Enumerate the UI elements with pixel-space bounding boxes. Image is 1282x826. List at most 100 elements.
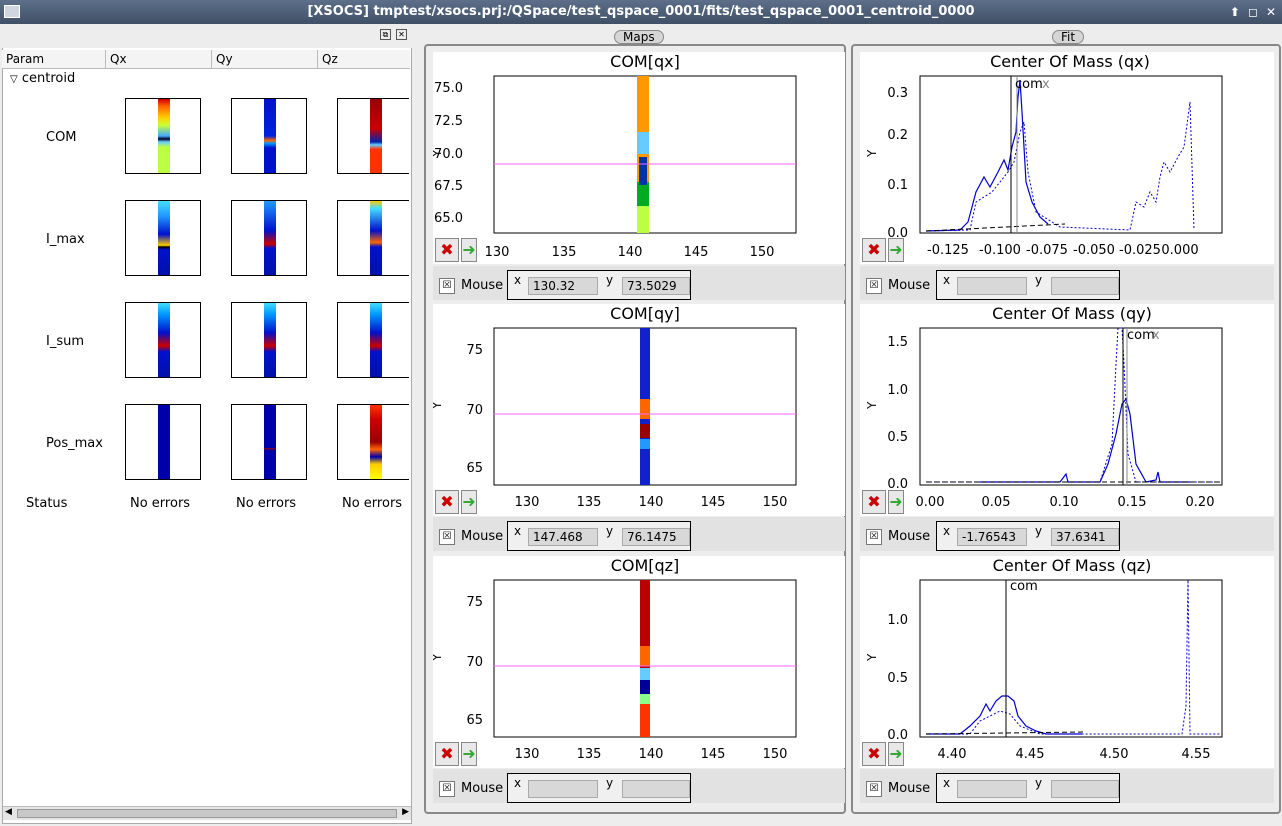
mouse-label: Mouse	[888, 278, 931, 293]
mouse-checkbox[interactable]: ☒	[439, 529, 455, 545]
map-mouse-row-qy: ☒ Mouse x 147.468 y 76.1475	[433, 517, 845, 551]
fit-plot-qz-svg: Center Of Mass (qz) com 1.0 0.5 0.0 Y 4.…	[865, 556, 1223, 762]
fit-plot-qx[interactable]: Center Of Mass (qx) com x 0.3 0.2 0.1 0.…	[860, 52, 1274, 264]
mouse-checkbox[interactable]: ☒	[866, 781, 882, 797]
y-label: y	[606, 273, 614, 287]
mouse-label: Mouse	[888, 781, 931, 796]
close-icon[interactable]: ✕	[396, 29, 407, 40]
map-plot-qz[interactable]: COM[qz] 75 70 65 Y 130 135 140 145 150 ✖…	[433, 556, 845, 768]
window-up-icon[interactable]: ⬆	[1230, 0, 1240, 24]
map-plot-qy[interactable]: COM[qy] 75 70 65 Y 130 135 140 145 150 ✖…	[433, 304, 845, 516]
mouse-coords: x y	[936, 270, 1120, 300]
col-qx[interactable]: Qx	[106, 50, 212, 69]
green-arrow-icon[interactable]: ➜	[461, 490, 477, 514]
y-label: y	[1035, 273, 1043, 287]
thumb-isum-qz[interactable]	[337, 302, 409, 378]
fit-mouse-row-qx: ☒ Mouse x y	[860, 266, 1274, 300]
mouse-checkbox[interactable]: ☒	[439, 781, 455, 797]
window-titlebar: [XSOCS] tmptest/xsocs.prj:/QSpace/test_q…	[0, 0, 1282, 24]
status-label: Status	[26, 496, 68, 511]
map-mouse-row-qz: ☒ Mouse x y	[433, 769, 845, 803]
red-x-icon[interactable]: ✖	[435, 742, 459, 766]
ytick: 65	[466, 713, 483, 728]
fit-ylabel: Y	[865, 149, 879, 158]
mouse-coords: x -1.76543 y 37.6341	[936, 521, 1120, 551]
x-value	[957, 277, 1027, 295]
xtick: 140	[618, 245, 643, 260]
scroll-right-icon[interactable]: ▶	[402, 807, 409, 817]
green-arrow-icon[interactable]: ➜	[888, 490, 904, 514]
y-value: 76.1475	[622, 528, 690, 546]
map-plot-title: COM[qx]	[610, 52, 680, 71]
red-x-icon[interactable]: ✖	[435, 238, 459, 262]
tree-node-label: centroid	[21, 71, 76, 86]
left-hscrollbar[interactable]: ◀ ▶	[3, 806, 411, 820]
green-arrow-icon[interactable]: ➜	[461, 742, 477, 766]
mouse-coords: x 147.468 y 76.1475	[507, 521, 691, 551]
window-restore-icon[interactable]: ◻	[1248, 0, 1258, 24]
thumb-com-qy[interactable]	[231, 98, 307, 174]
window-close-icon[interactable]: ✕	[1266, 0, 1276, 24]
xtick: 140	[639, 495, 664, 510]
red-x-icon[interactable]: ✖	[862, 490, 886, 514]
left-dock-bar: ⧉ ✕	[2, 26, 412, 48]
row-label-imax: I_max	[46, 232, 85, 247]
xtick: -0.125	[927, 243, 969, 258]
mouse-checkbox[interactable]: ☒	[439, 278, 455, 294]
mouse-checkbox[interactable]: ☒	[866, 529, 882, 545]
ytick: 0.1	[887, 178, 908, 193]
fit-mouse-row-qz: ☒ Mouse x y	[860, 769, 1274, 803]
map-plot-qx[interactable]: COM[qx] 75.0 72.5 70.0 67.5 65.0 Y 130 1…	[433, 52, 845, 264]
thumb-com-qx[interactable]	[125, 98, 201, 174]
row-label-posmax: Pos_max	[46, 436, 103, 451]
status-qx: No errors	[130, 496, 191, 511]
ytick: 65	[466, 461, 483, 476]
thumb-posmax-qz[interactable]	[337, 404, 409, 480]
x-label: x	[514, 776, 522, 790]
float-icon[interactable]: ⧉	[380, 29, 391, 40]
xtick: 4.45	[1016, 747, 1045, 762]
col-param[interactable]: Param	[2, 50, 106, 69]
thumb-isum-qx[interactable]	[125, 302, 201, 378]
green-arrow-icon[interactable]: ➜	[888, 238, 904, 262]
thumb-imax-qx[interactable]	[125, 200, 201, 276]
fit-plot-title: Center Of Mass (qx)	[990, 52, 1150, 71]
ytick: 0.3	[887, 86, 908, 101]
thumb-posmax-qx[interactable]	[125, 404, 201, 480]
green-arrow-icon[interactable]: ➜	[461, 238, 477, 262]
xtick: 0.00	[916, 495, 945, 510]
y-value: 73.5029	[622, 277, 690, 295]
scroll-left-icon[interactable]: ◀	[5, 807, 12, 817]
thumb-isum-qy[interactable]	[231, 302, 307, 378]
xtick: -0.100	[979, 243, 1021, 258]
scroll-thumb[interactable]	[17, 809, 397, 818]
fit-plot-title: Center Of Mass (qy)	[992, 304, 1152, 323]
map-ylabel: Y	[433, 149, 444, 158]
tree-node-centroid[interactable]: ▽ centroid	[10, 70, 75, 89]
y-label: y	[1035, 524, 1043, 538]
xtick: 145	[684, 245, 709, 260]
tree-expand-icon[interactable]: ▽	[10, 74, 18, 85]
thumb-com-qz[interactable]	[337, 98, 409, 174]
ytick: 72.5	[434, 114, 463, 129]
red-x-icon[interactable]: ✖	[862, 238, 886, 262]
xtick: -0.075	[1026, 243, 1068, 258]
col-qy[interactable]: Qy	[212, 50, 318, 69]
ytick: 75	[466, 343, 483, 358]
mouse-checkbox[interactable]: ☒	[866, 278, 882, 294]
ytick: 65.0	[434, 211, 463, 226]
thumb-posmax-qy[interactable]	[231, 404, 307, 480]
y-value	[622, 780, 690, 798]
fit-ylabel: Y	[865, 401, 879, 410]
map-plot-title: COM[qz]	[611, 556, 680, 575]
col-qz[interactable]: Qz	[318, 50, 410, 69]
thumb-imax-qz[interactable]	[337, 200, 409, 276]
fit-plot-qy[interactable]: Center Of Mass (qy) com x 1.5 1.0 0.5 0.…	[860, 304, 1274, 516]
xtick: 150	[750, 245, 775, 260]
thumb-imax-qy[interactable]	[231, 200, 307, 276]
fit-plot-qz[interactable]: Center Of Mass (qz) com 1.0 0.5 0.0 Y 4.…	[860, 556, 1274, 768]
green-arrow-icon[interactable]: ➜	[888, 742, 904, 766]
xtick: 135	[552, 245, 577, 260]
red-x-icon[interactable]: ✖	[435, 490, 459, 514]
red-x-icon[interactable]: ✖	[862, 742, 886, 766]
